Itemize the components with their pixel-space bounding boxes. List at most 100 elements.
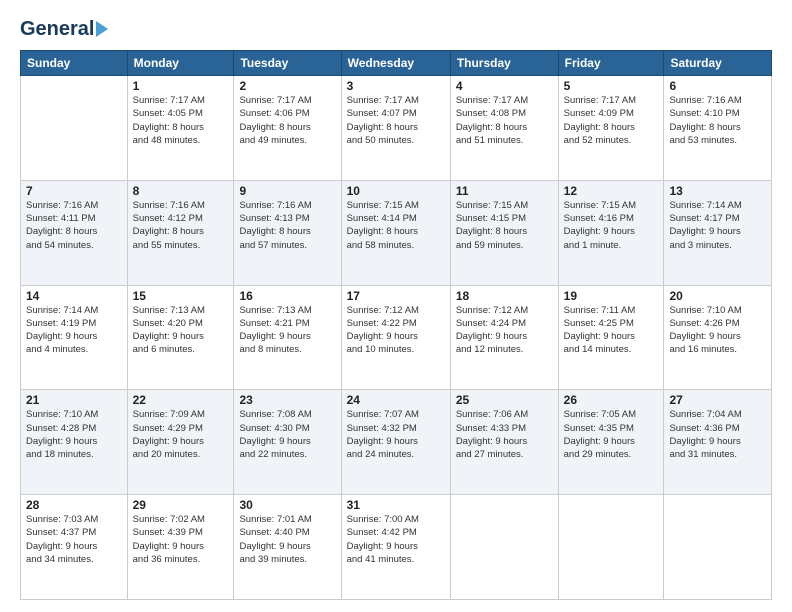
calendar-cell: 9Sunrise: 7:16 AM Sunset: 4:13 PM Daylig… xyxy=(234,180,341,285)
cell-info: Sunrise: 7:17 AM Sunset: 4:07 PM Dayligh… xyxy=(347,94,445,147)
calendar-cell xyxy=(558,495,664,600)
calendar-cell: 22Sunrise: 7:09 AM Sunset: 4:29 PM Dayli… xyxy=(127,390,234,495)
cell-info: Sunrise: 7:11 AM Sunset: 4:25 PM Dayligh… xyxy=(564,304,659,357)
calendar-cell: 5Sunrise: 7:17 AM Sunset: 4:09 PM Daylig… xyxy=(558,76,664,181)
cell-info: Sunrise: 7:09 AM Sunset: 4:29 PM Dayligh… xyxy=(133,408,229,461)
calendar-cell: 15Sunrise: 7:13 AM Sunset: 4:20 PM Dayli… xyxy=(127,285,234,390)
cell-info: Sunrise: 7:16 AM Sunset: 4:12 PM Dayligh… xyxy=(133,199,229,252)
calendar-cell: 27Sunrise: 7:04 AM Sunset: 4:36 PM Dayli… xyxy=(664,390,772,495)
day-number: 5 xyxy=(564,79,659,93)
cell-info: Sunrise: 7:17 AM Sunset: 4:05 PM Dayligh… xyxy=(133,94,229,147)
day-number: 27 xyxy=(669,393,766,407)
cell-info: Sunrise: 7:07 AM Sunset: 4:32 PM Dayligh… xyxy=(347,408,445,461)
cell-info: Sunrise: 7:14 AM Sunset: 4:19 PM Dayligh… xyxy=(26,304,122,357)
day-number: 8 xyxy=(133,184,229,198)
calendar-cell: 2Sunrise: 7:17 AM Sunset: 4:06 PM Daylig… xyxy=(234,76,341,181)
week-row-5: 28Sunrise: 7:03 AM Sunset: 4:37 PM Dayli… xyxy=(21,495,772,600)
day-number: 22 xyxy=(133,393,229,407)
calendar-cell: 21Sunrise: 7:10 AM Sunset: 4:28 PM Dayli… xyxy=(21,390,128,495)
calendar-cell: 19Sunrise: 7:11 AM Sunset: 4:25 PM Dayli… xyxy=(558,285,664,390)
calendar-cell: 24Sunrise: 7:07 AM Sunset: 4:32 PM Dayli… xyxy=(341,390,450,495)
day-number: 4 xyxy=(456,79,553,93)
day-number: 31 xyxy=(347,498,445,512)
calendar-cell: 20Sunrise: 7:10 AM Sunset: 4:26 PM Dayli… xyxy=(664,285,772,390)
calendar-cell: 26Sunrise: 7:05 AM Sunset: 4:35 PM Dayli… xyxy=(558,390,664,495)
calendar-cell: 4Sunrise: 7:17 AM Sunset: 4:08 PM Daylig… xyxy=(450,76,558,181)
day-number: 28 xyxy=(26,498,122,512)
cell-info: Sunrise: 7:02 AM Sunset: 4:39 PM Dayligh… xyxy=(133,513,229,566)
day-number: 29 xyxy=(133,498,229,512)
day-number: 11 xyxy=(456,184,553,198)
day-number: 10 xyxy=(347,184,445,198)
calendar-cell xyxy=(450,495,558,600)
cell-info: Sunrise: 7:00 AM Sunset: 4:42 PM Dayligh… xyxy=(347,513,445,566)
calendar-cell: 16Sunrise: 7:13 AM Sunset: 4:21 PM Dayli… xyxy=(234,285,341,390)
logo-arrow-icon xyxy=(96,21,108,37)
cell-info: Sunrise: 7:13 AM Sunset: 4:20 PM Dayligh… xyxy=(133,304,229,357)
cell-info: Sunrise: 7:05 AM Sunset: 4:35 PM Dayligh… xyxy=(564,408,659,461)
week-row-1: 1Sunrise: 7:17 AM Sunset: 4:05 PM Daylig… xyxy=(21,76,772,181)
cell-info: Sunrise: 7:15 AM Sunset: 4:14 PM Dayligh… xyxy=(347,199,445,252)
cell-info: Sunrise: 7:17 AM Sunset: 4:08 PM Dayligh… xyxy=(456,94,553,147)
day-number: 9 xyxy=(239,184,335,198)
calendar-page: General SundayMondayTuesdayWednesdayThur… xyxy=(0,0,792,612)
logo: General xyxy=(20,18,108,40)
cell-info: Sunrise: 7:08 AM Sunset: 4:30 PM Dayligh… xyxy=(239,408,335,461)
header: General xyxy=(20,18,772,40)
cell-info: Sunrise: 7:12 AM Sunset: 4:24 PM Dayligh… xyxy=(456,304,553,357)
day-number: 20 xyxy=(669,289,766,303)
calendar-cell: 30Sunrise: 7:01 AM Sunset: 4:40 PM Dayli… xyxy=(234,495,341,600)
calendar-cell: 28Sunrise: 7:03 AM Sunset: 4:37 PM Dayli… xyxy=(21,495,128,600)
calendar-cell: 1Sunrise: 7:17 AM Sunset: 4:05 PM Daylig… xyxy=(127,76,234,181)
column-header-thursday: Thursday xyxy=(450,51,558,76)
cell-info: Sunrise: 7:15 AM Sunset: 4:15 PM Dayligh… xyxy=(456,199,553,252)
day-number: 3 xyxy=(347,79,445,93)
calendar-cell: 14Sunrise: 7:14 AM Sunset: 4:19 PM Dayli… xyxy=(21,285,128,390)
calendar-cell: 18Sunrise: 7:12 AM Sunset: 4:24 PM Dayli… xyxy=(450,285,558,390)
cell-info: Sunrise: 7:16 AM Sunset: 4:11 PM Dayligh… xyxy=(26,199,122,252)
day-number: 30 xyxy=(239,498,335,512)
column-header-tuesday: Tuesday xyxy=(234,51,341,76)
week-row-4: 21Sunrise: 7:10 AM Sunset: 4:28 PM Dayli… xyxy=(21,390,772,495)
column-header-wednesday: Wednesday xyxy=(341,51,450,76)
calendar-cell: 7Sunrise: 7:16 AM Sunset: 4:11 PM Daylig… xyxy=(21,180,128,285)
cell-info: Sunrise: 7:17 AM Sunset: 4:09 PM Dayligh… xyxy=(564,94,659,147)
column-header-sunday: Sunday xyxy=(21,51,128,76)
cell-info: Sunrise: 7:17 AM Sunset: 4:06 PM Dayligh… xyxy=(239,94,335,147)
calendar-cell xyxy=(664,495,772,600)
cell-info: Sunrise: 7:10 AM Sunset: 4:28 PM Dayligh… xyxy=(26,408,122,461)
column-header-saturday: Saturday xyxy=(664,51,772,76)
day-number: 14 xyxy=(26,289,122,303)
calendar-cell: 3Sunrise: 7:17 AM Sunset: 4:07 PM Daylig… xyxy=(341,76,450,181)
day-number: 12 xyxy=(564,184,659,198)
day-number: 17 xyxy=(347,289,445,303)
cell-info: Sunrise: 7:15 AM Sunset: 4:16 PM Dayligh… xyxy=(564,199,659,252)
day-number: 2 xyxy=(239,79,335,93)
cell-info: Sunrise: 7:10 AM Sunset: 4:26 PM Dayligh… xyxy=(669,304,766,357)
day-number: 13 xyxy=(669,184,766,198)
calendar-cell: 13Sunrise: 7:14 AM Sunset: 4:17 PM Dayli… xyxy=(664,180,772,285)
cell-info: Sunrise: 7:16 AM Sunset: 4:10 PM Dayligh… xyxy=(669,94,766,147)
day-number: 21 xyxy=(26,393,122,407)
column-header-monday: Monday xyxy=(127,51,234,76)
calendar-cell: 29Sunrise: 7:02 AM Sunset: 4:39 PM Dayli… xyxy=(127,495,234,600)
day-number: 18 xyxy=(456,289,553,303)
cell-info: Sunrise: 7:16 AM Sunset: 4:13 PM Dayligh… xyxy=(239,199,335,252)
logo-general: General xyxy=(20,18,94,40)
cell-info: Sunrise: 7:04 AM Sunset: 4:36 PM Dayligh… xyxy=(669,408,766,461)
day-number: 1 xyxy=(133,79,229,93)
day-number: 7 xyxy=(26,184,122,198)
calendar-cell xyxy=(21,76,128,181)
day-number: 24 xyxy=(347,393,445,407)
calendar-cell: 17Sunrise: 7:12 AM Sunset: 4:22 PM Dayli… xyxy=(341,285,450,390)
cell-info: Sunrise: 7:12 AM Sunset: 4:22 PM Dayligh… xyxy=(347,304,445,357)
calendar-cell: 31Sunrise: 7:00 AM Sunset: 4:42 PM Dayli… xyxy=(341,495,450,600)
cell-info: Sunrise: 7:14 AM Sunset: 4:17 PM Dayligh… xyxy=(669,199,766,252)
calendar-cell: 10Sunrise: 7:15 AM Sunset: 4:14 PM Dayli… xyxy=(341,180,450,285)
cell-info: Sunrise: 7:13 AM Sunset: 4:21 PM Dayligh… xyxy=(239,304,335,357)
calendar-cell: 23Sunrise: 7:08 AM Sunset: 4:30 PM Dayli… xyxy=(234,390,341,495)
day-number: 19 xyxy=(564,289,659,303)
calendar-cell: 11Sunrise: 7:15 AM Sunset: 4:15 PM Dayli… xyxy=(450,180,558,285)
day-number: 6 xyxy=(669,79,766,93)
cell-info: Sunrise: 7:06 AM Sunset: 4:33 PM Dayligh… xyxy=(456,408,553,461)
